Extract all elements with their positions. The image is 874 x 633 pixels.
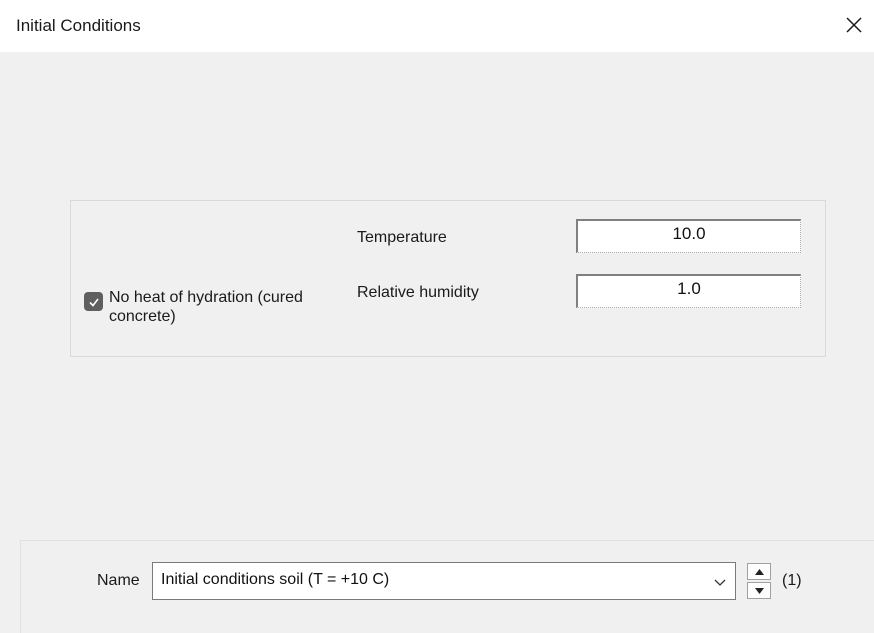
spin-down-button[interactable]: [747, 582, 771, 599]
initial-conditions-dialog: Initial Conditions Temperature 10.0 Rela…: [0, 0, 874, 633]
name-spinner[interactable]: [747, 563, 771, 599]
spin-up-icon: [754, 568, 764, 575]
temperature-label: Temperature: [357, 229, 447, 246]
spin-down-icon: [754, 587, 764, 594]
relative-humidity-field[interactable]: 1.0: [576, 274, 801, 308]
checkbox-box[interactable]: [84, 292, 103, 311]
relative-humidity-label: Relative humidity: [357, 284, 479, 301]
name-combobox-value: Initial conditions soil (T = +10 C): [161, 571, 390, 588]
checkmark-icon: [88, 298, 99, 307]
name-combobox[interactable]: Initial conditions soil (T = +10 C): [152, 562, 736, 600]
chevron-down-icon[interactable]: [713, 575, 727, 589]
item-count: (1): [782, 572, 802, 589]
name-label: Name: [97, 572, 140, 589]
no-heat-of-hydration-checkbox[interactable]: No heat of hydration (cured concrete): [84, 288, 334, 330]
close-button[interactable]: [834, 6, 874, 44]
checkbox-label: No heat of hydration (cured concrete): [109, 289, 303, 325]
temperature-field[interactable]: 10.0: [576, 219, 801, 253]
spin-up-button[interactable]: [747, 563, 771, 580]
close-icon: [846, 17, 862, 33]
dialog-title: Initial Conditions: [16, 16, 141, 35]
title-bar: Initial Conditions: [0, 0, 874, 52]
